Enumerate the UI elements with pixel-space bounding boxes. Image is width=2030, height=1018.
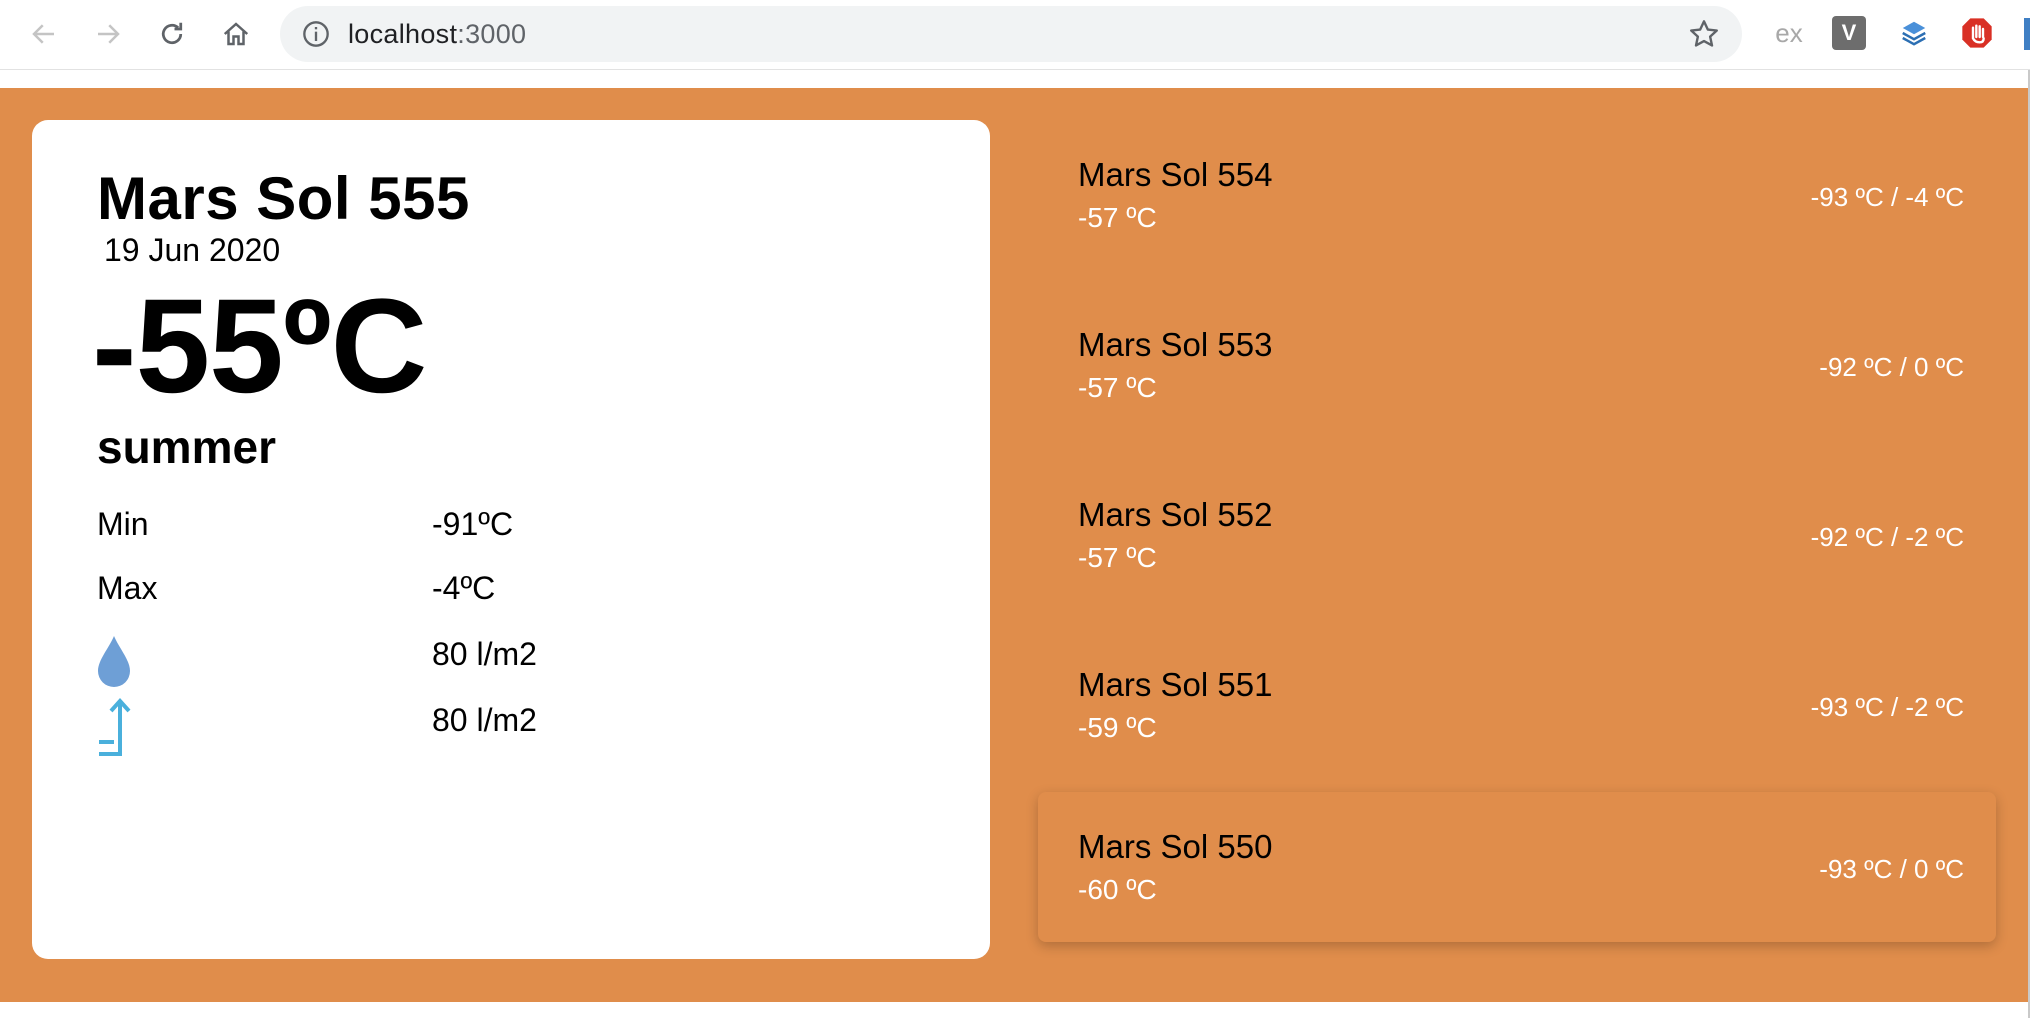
forecast-item-sol-554[interactable]: Mars Sol 554 -57 ºC -93 ºC / -4 ºC	[1038, 120, 1996, 270]
reload-icon	[161, 22, 183, 45]
reload-button[interactable]	[152, 14, 192, 54]
max-temperature-row: Max -4ºC	[97, 570, 697, 620]
browser-toolbar: localhost:3000 ex V	[0, 0, 2030, 70]
max-label: Max	[97, 570, 158, 606]
weather-page: Mars Sol 555 19 Jun 2020 -55ºC summer Mi…	[0, 88, 2028, 1002]
stop-hand-icon	[1962, 18, 1992, 48]
water-drop-icon	[98, 636, 130, 687]
layers-icon	[1902, 21, 1926, 46]
extension-layers-button[interactable]	[1897, 16, 1931, 50]
forecast-range: -93 ºC / -2 ºC	[1810, 692, 1964, 722]
forecast-average: -57 ºC	[1078, 372, 1157, 403]
current-sol-date: 19 Jun 2020	[104, 232, 281, 268]
home-button[interactable]	[216, 14, 256, 54]
extension-v-button[interactable]: V	[1832, 16, 1866, 50]
current-season: summer	[97, 421, 276, 473]
wind-row: 80 l/m2	[97, 698, 697, 756]
bookmark-star-icon[interactable]	[1688, 18, 1720, 50]
min-value: -91ºC	[432, 506, 514, 542]
forecast-range: -92 ºC / 0 ºC	[1819, 352, 1964, 382]
forecast-average: -59 ºC	[1078, 712, 1157, 743]
current-sol-title: Mars Sol 555	[97, 165, 470, 232]
forecast-item-sol-551[interactable]: Mars Sol 551 -59 ºC -93 ºC / -2 ºC	[1038, 630, 1996, 780]
url-host: localhost	[348, 19, 458, 49]
forward-button[interactable]	[88, 14, 128, 54]
forecast-average: -57 ºC	[1078, 542, 1157, 573]
forecast-average: -57 ºC	[1078, 202, 1157, 233]
forecast-range: -92 ºC / -2 ºC	[1810, 522, 1964, 552]
forecast-item-sol-553[interactable]: Mars Sol 553 -57 ºC -92 ºC / 0 ºC	[1038, 290, 1996, 440]
wind-value: 80 l/m2	[432, 702, 537, 738]
forecast-average: -60 ºC	[1078, 874, 1157, 905]
current-sol-card: Mars Sol 555 19 Jun 2020 -55ºC summer Mi…	[32, 120, 990, 959]
forecast-title: Mars Sol 553	[1078, 326, 1273, 363]
forecast-item-sol-552[interactable]: Mars Sol 552 -57 ºC -92 ºC / -2 ºC	[1038, 460, 1996, 610]
min-temperature-row: Min -91ºC	[97, 506, 697, 556]
current-temperature: -55ºC	[92, 272, 427, 421]
home-icon	[223, 22, 249, 46]
forecast-list: Mars Sol 554 -57 ºC -93 ºC / -4 ºC Mars …	[1038, 88, 1998, 1002]
wind-arrow-icon	[99, 698, 131, 756]
forecast-title: Mars Sol 552	[1078, 496, 1273, 533]
precipitation-value: 80 l/m2	[432, 636, 537, 672]
url-port: :3000	[457, 19, 527, 49]
back-button[interactable]	[24, 14, 64, 54]
forecast-title: Mars Sol 551	[1078, 666, 1273, 703]
forecast-range: -93 ºC / -4 ºC	[1810, 182, 1964, 212]
url-text[interactable]: localhost:3000	[348, 19, 526, 50]
forecast-range: -93 ºC / 0 ºC	[1819, 854, 1964, 884]
address-bar[interactable]: localhost:3000	[280, 6, 1742, 62]
back-icon	[32, 24, 54, 44]
precipitation-row: 80 l/m2	[97, 634, 697, 687]
extension-adblock-button[interactable]	[1960, 16, 1994, 50]
forward-icon	[98, 24, 120, 44]
info-icon[interactable]	[302, 20, 330, 48]
min-label: Min	[97, 506, 149, 542]
extension-partial-icon	[2024, 18, 2030, 50]
forecast-title: Mars Sol 550	[1078, 828, 1273, 865]
max-value: -4ºC	[432, 570, 496, 606]
forecast-title: Mars Sol 554	[1078, 156, 1273, 193]
forecast-item-sol-550[interactable]: Mars Sol 550 -60 ºC -93 ºC / 0 ºC	[1038, 792, 1996, 942]
extension-ex-button[interactable]: ex	[1772, 16, 1806, 50]
